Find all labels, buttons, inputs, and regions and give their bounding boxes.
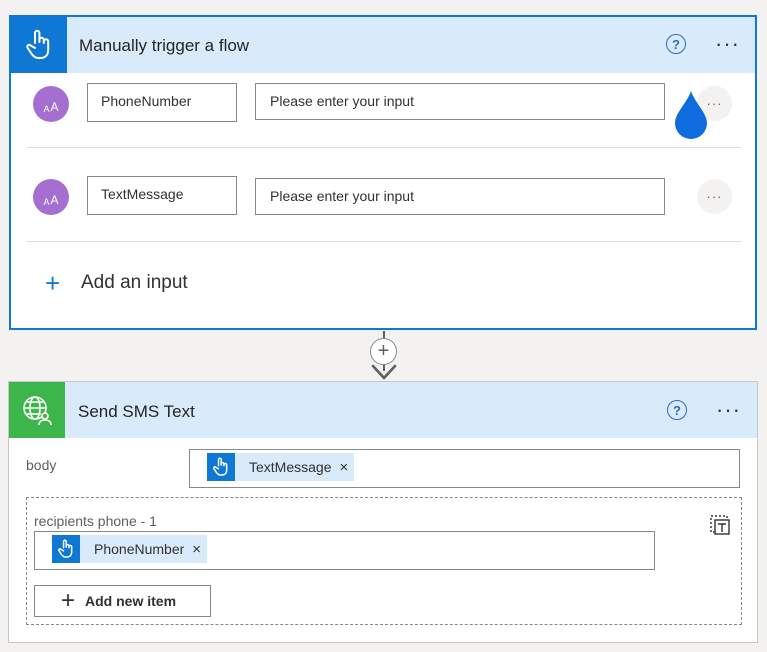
add-input-button[interactable]: + Add an input bbox=[45, 268, 188, 298]
trigger-card[interactable]: Manually trigger a flow ? ··· AA PhoneNu… bbox=[9, 15, 757, 330]
sms-card-title: Send SMS Text bbox=[78, 402, 195, 421]
plus-icon: + bbox=[61, 587, 76, 614]
body-label: body bbox=[26, 457, 57, 473]
drop-cursor-icon bbox=[675, 91, 707, 139]
arrow-down-icon bbox=[371, 364, 397, 380]
more-options-icon[interactable]: ··· bbox=[716, 399, 741, 421]
help-icon[interactable]: ? bbox=[666, 34, 686, 54]
hand-pointer-icon bbox=[26, 29, 50, 59]
text-type-icon: AA bbox=[33, 179, 69, 215]
dynamic-content-token[interactable]: PhoneNumber × bbox=[52, 535, 208, 563]
sms-card-header[interactable]: Send SMS Text ? ··· bbox=[9, 382, 757, 438]
input-name-field[interactable]: TextMessage bbox=[87, 176, 237, 215]
trigger-card-header[interactable]: Manually trigger a flow ? ··· bbox=[11, 17, 755, 73]
switch-to-text-icon[interactable] bbox=[709, 514, 731, 536]
input-name-field[interactable]: PhoneNumber bbox=[87, 83, 237, 122]
input-row-textmessage: AA TextMessage Please enter your input ·… bbox=[33, 176, 745, 216]
recipients-label: recipients phone - 1 bbox=[34, 513, 157, 529]
hand-pointer-icon bbox=[207, 453, 235, 481]
help-icon[interactable]: ? bbox=[667, 400, 687, 420]
add-new-item-label: Add new item bbox=[85, 593, 177, 609]
recipients-phone-input[interactable]: PhoneNumber × bbox=[34, 531, 655, 570]
input-row-phonenumber: AA PhoneNumber Please enter your input ·… bbox=[33, 83, 745, 123]
add-input-label: Add an input bbox=[81, 272, 188, 293]
hand-pointer-icon bbox=[52, 535, 80, 563]
globe-person-icon bbox=[23, 396, 52, 426]
more-options-icon[interactable]: ··· bbox=[715, 33, 740, 55]
dynamic-content-token[interactable]: TextMessage × bbox=[207, 453, 355, 481]
trigger-card-title: Manually trigger a flow bbox=[79, 36, 250, 55]
trigger-icon-box bbox=[11, 17, 67, 73]
remove-token-icon[interactable]: × bbox=[192, 541, 201, 558]
plus-icon: + bbox=[45, 268, 61, 298]
input-placeholder-field[interactable]: Please enter your input bbox=[255, 178, 665, 215]
input-more-button[interactable]: ··· bbox=[697, 179, 732, 214]
token-label: TextMessage bbox=[249, 459, 332, 475]
sms-icon-box bbox=[9, 382, 65, 438]
add-new-item-button[interactable]: + Add new item bbox=[34, 585, 211, 617]
recipients-array-box: recipients phone - 1 PhoneNumber × + Add… bbox=[26, 497, 742, 625]
body-input[interactable]: TextMessage × bbox=[189, 449, 740, 488]
sms-card[interactable]: Send SMS Text ? ··· body TextMessage × r… bbox=[8, 381, 758, 643]
text-type-icon: AA bbox=[33, 86, 69, 122]
input-placeholder-field[interactable]: Please enter your input bbox=[255, 83, 665, 120]
divider bbox=[27, 241, 741, 242]
token-label: PhoneNumber bbox=[94, 541, 185, 557]
divider bbox=[27, 147, 741, 148]
remove-token-icon[interactable]: × bbox=[339, 459, 348, 476]
